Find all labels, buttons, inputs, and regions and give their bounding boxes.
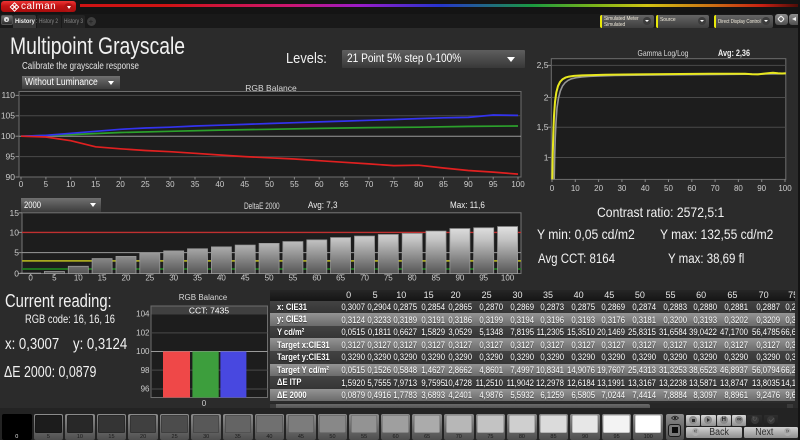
svg-text:10: 10 bbox=[74, 274, 83, 283]
svg-text:30: 30 bbox=[169, 274, 178, 283]
svg-text:CCT: 7435: CCT: 7435 bbox=[189, 306, 229, 316]
svg-text:70: 70 bbox=[364, 180, 373, 189]
svg-text:96: 96 bbox=[141, 385, 150, 394]
svg-text:70: 70 bbox=[360, 274, 369, 283]
svg-text:15: 15 bbox=[91, 180, 100, 189]
svg-text:0: 0 bbox=[14, 269, 19, 279]
svg-text:RGB Balance: RGB Balance bbox=[179, 293, 228, 302]
svg-text:20: 20 bbox=[122, 274, 131, 283]
svg-text:55: 55 bbox=[290, 180, 299, 189]
svg-text:50: 50 bbox=[265, 274, 274, 283]
svg-text:40: 40 bbox=[215, 180, 224, 189]
svg-text:0: 0 bbox=[550, 184, 555, 193]
svg-text:90: 90 bbox=[757, 184, 766, 193]
svg-text:2,5: 2,5 bbox=[537, 60, 549, 70]
svg-text:35: 35 bbox=[193, 274, 202, 283]
svg-text:104: 104 bbox=[136, 309, 150, 318]
svg-text:0: 0 bbox=[28, 274, 33, 283]
svg-text:5: 5 bbox=[44, 180, 49, 189]
svg-text:100: 100 bbox=[778, 184, 792, 193]
svg-text:2: 2 bbox=[544, 92, 549, 102]
svg-text:95: 95 bbox=[6, 151, 16, 161]
svg-text:20: 20 bbox=[116, 180, 125, 189]
svg-text:80: 80 bbox=[408, 274, 417, 283]
svg-text:25: 25 bbox=[141, 180, 150, 189]
svg-text:50: 50 bbox=[664, 184, 673, 193]
svg-text:35: 35 bbox=[191, 180, 200, 189]
svg-text:95: 95 bbox=[489, 180, 498, 189]
svg-text:90: 90 bbox=[455, 274, 464, 283]
svg-text:100: 100 bbox=[1, 131, 15, 141]
svg-text:65: 65 bbox=[336, 274, 345, 283]
svg-text:80: 80 bbox=[414, 180, 423, 189]
svg-text:105: 105 bbox=[1, 111, 15, 121]
svg-text:75: 75 bbox=[384, 274, 393, 283]
svg-text:25: 25 bbox=[145, 274, 154, 283]
svg-text:85: 85 bbox=[439, 180, 448, 189]
svg-text:5: 5 bbox=[52, 274, 57, 283]
svg-text:5: 5 bbox=[14, 248, 19, 258]
svg-text:Gamma Log/Log: Gamma Log/Log bbox=[638, 48, 689, 58]
svg-text:1,5: 1,5 bbox=[537, 122, 549, 132]
svg-text:100: 100 bbox=[136, 347, 150, 356]
svg-text:45: 45 bbox=[240, 180, 249, 189]
svg-text:1: 1 bbox=[544, 152, 549, 162]
svg-text:80: 80 bbox=[734, 184, 743, 193]
svg-text:30: 30 bbox=[617, 184, 626, 193]
svg-text:95: 95 bbox=[479, 274, 488, 283]
svg-text:15: 15 bbox=[98, 274, 107, 283]
svg-text:102: 102 bbox=[136, 329, 150, 338]
svg-text:90: 90 bbox=[464, 180, 473, 189]
svg-text:60: 60 bbox=[315, 180, 324, 189]
svg-text:65: 65 bbox=[340, 180, 349, 189]
svg-text:10: 10 bbox=[571, 184, 580, 193]
svg-text:50: 50 bbox=[265, 180, 274, 189]
svg-text:40: 40 bbox=[217, 274, 226, 283]
svg-text:110: 110 bbox=[1, 90, 15, 100]
svg-text:85: 85 bbox=[432, 274, 441, 283]
svg-text:90: 90 bbox=[6, 172, 16, 182]
svg-text:40: 40 bbox=[641, 184, 650, 193]
svg-text:75: 75 bbox=[389, 180, 398, 189]
svg-text:10: 10 bbox=[10, 227, 20, 237]
svg-text:55: 55 bbox=[288, 274, 297, 283]
svg-text:100: 100 bbox=[511, 180, 525, 189]
svg-text:45: 45 bbox=[241, 274, 250, 283]
svg-text:60: 60 bbox=[687, 184, 696, 193]
svg-text:10: 10 bbox=[66, 180, 75, 189]
svg-text:0: 0 bbox=[19, 180, 24, 189]
svg-text:Avg: 2,36: Avg: 2,36 bbox=[718, 48, 750, 59]
svg-text:30: 30 bbox=[166, 180, 175, 189]
svg-text:20: 20 bbox=[594, 184, 603, 193]
svg-text:60: 60 bbox=[312, 274, 321, 283]
svg-text:70: 70 bbox=[711, 184, 720, 193]
svg-text:0: 0 bbox=[202, 399, 207, 408]
svg-text:100: 100 bbox=[501, 274, 515, 283]
svg-text:98: 98 bbox=[141, 366, 150, 375]
svg-text:15: 15 bbox=[10, 210, 20, 218]
